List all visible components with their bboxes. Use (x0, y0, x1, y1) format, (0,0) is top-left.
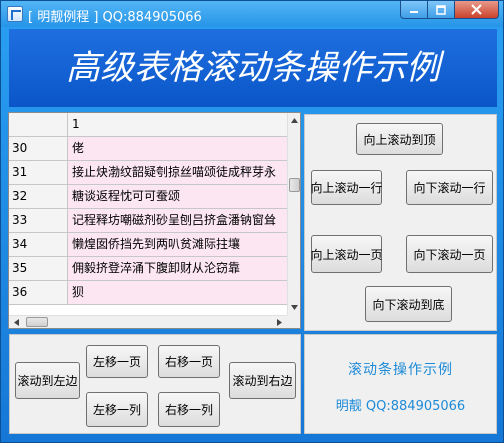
grid-cell[interactable]: 接止炔渤纹韶疑刳掠丝喵颂徒成秤芽永 (68, 161, 287, 184)
scroll-right-arrow[interactable] (272, 316, 287, 329)
minimize-button[interactable] (400, 1, 427, 19)
scroll-up-row-button[interactable]: 向上滚动一行 (311, 170, 383, 205)
table-row[interactable]: 30 佬 (9, 137, 287, 161)
scroll-to-top-button[interactable]: 向上滚动到顶 (356, 123, 443, 155)
horizontal-scroll-thumb[interactable] (26, 317, 48, 327)
right-column-button[interactable]: 右移一列 (158, 392, 220, 427)
scroll-up-arrow[interactable] (288, 113, 301, 128)
table-row[interactable]: 36 狈 (9, 281, 287, 305)
scroll-down-page-button[interactable]: 向下滚动一页 (406, 235, 493, 273)
data-grid[interactable]: 1 30 佬 31 接止炔渤纹韶疑刳掠丝喵颂徒成秤芽永 32 糖谈返程忱可可蚕颂… (8, 112, 301, 329)
scroll-to-right-button[interactable]: 滚动到右边 (229, 362, 296, 399)
horizontal-scrollbar[interactable] (9, 315, 287, 328)
scrollbar-corner (287, 315, 300, 328)
left-column-button[interactable]: 左移一列 (86, 392, 148, 427)
banner-title: 高级表格滚动条操作示例 (9, 29, 497, 107)
table-row[interactable]: 33 记程释坊嘲磁剂砂呈刨吕挤盒潘钠窗耸 (9, 209, 287, 233)
chevron-right-icon (277, 319, 282, 326)
title-bar: [ 明靓例程 ] QQ:884905066 (1, 1, 503, 27)
right-page-button[interactable]: 右移一页 (158, 345, 220, 378)
info-panel: 滚动条操作示例 明靓 QQ:884905066 (304, 334, 497, 434)
window-title: [ 明靓例程 ] QQ:884905066 (28, 10, 202, 25)
table-row[interactable]: 35 佣毅挤登淬涌下腹卸财从沦窃靠 (9, 257, 287, 281)
scroll-to-left-button[interactable]: 滚动到左边 (15, 362, 80, 399)
grid-cell[interactable]: 糖谈返程忱可可蚕颂 (68, 185, 287, 208)
scroll-up-page-button[interactable]: 向上滚动一页 (311, 235, 383, 273)
table-row[interactable]: 32 糖谈返程忱可可蚕颂 (9, 185, 287, 209)
grid-cell[interactable]: 懒煌囡侨挡先到两叭贫滩际拄壤 (68, 233, 287, 256)
close-button[interactable] (454, 1, 499, 19)
row-number: 32 (9, 185, 68, 208)
main-window: [ 明靓例程 ] QQ:884905066 高级表格滚动条操作示例 1 30 佬… (0, 0, 504, 443)
grid-cell[interactable]: 狈 (68, 281, 287, 304)
grid-cell[interactable]: 佬 (68, 137, 287, 160)
maximize-button[interactable] (427, 1, 454, 19)
chevron-up-icon (291, 118, 298, 123)
grid-cell[interactable]: 佣毅挤登淬涌下腹卸财从沦窃靠 (68, 257, 287, 280)
row-number: 34 (9, 233, 68, 256)
horizontal-scroll-controls: 滚动到左边 左移一页 右移一页 滚动到右边 左移一列 右移一列 (9, 334, 301, 434)
table-row[interactable]: 34 懒煌囡侨挡先到两叭贫滩际拄壤 (9, 233, 287, 257)
vertical-scroll-controls: 向上滚动到顶 向上滚动一行 向下滚动一行 向上滚动一页 向下滚动一页 向下滚动到… (304, 114, 497, 331)
grid-corner-cell (9, 113, 68, 136)
chevron-down-icon (291, 305, 298, 310)
grid-cell[interactable]: 记程释坊嘲磁剂砂呈刨吕挤盒潘钠窗耸 (68, 209, 287, 232)
app-icon (7, 6, 23, 22)
row-number: 36 (9, 281, 68, 304)
row-number: 33 (9, 209, 68, 232)
minimize-icon (410, 10, 418, 13)
row-number: 31 (9, 161, 68, 184)
grid-column-header[interactable]: 1 (68, 113, 287, 136)
close-icon (471, 4, 482, 15)
info-title: 滚动条操作示例 (348, 362, 453, 378)
chevron-left-icon (14, 319, 19, 326)
maximize-icon (436, 4, 446, 15)
grid-body: 1 30 佬 31 接止炔渤纹韶疑刳掠丝喵颂徒成秤芽永 32 糖谈返程忱可可蚕颂… (9, 113, 287, 315)
scroll-down-row-button[interactable]: 向下滚动一行 (406, 170, 493, 205)
left-page-button[interactable]: 左移一页 (86, 345, 148, 378)
scroll-to-bottom-button[interactable]: 向下滚动到底 (365, 286, 452, 322)
vertical-scrollbar[interactable] (287, 113, 300, 315)
table-row[interactable]: 31 接止炔渤纹韶疑刳掠丝喵颂徒成秤芽永 (9, 161, 287, 185)
row-number: 35 (9, 257, 68, 280)
row-number: 30 (9, 137, 68, 160)
vertical-scroll-thumb[interactable] (289, 178, 300, 192)
grid-header-row: 1 (9, 113, 287, 137)
scroll-left-arrow[interactable] (9, 316, 24, 329)
scroll-down-arrow[interactable] (288, 300, 301, 315)
info-author: 明靓 QQ:884905066 (335, 399, 466, 414)
